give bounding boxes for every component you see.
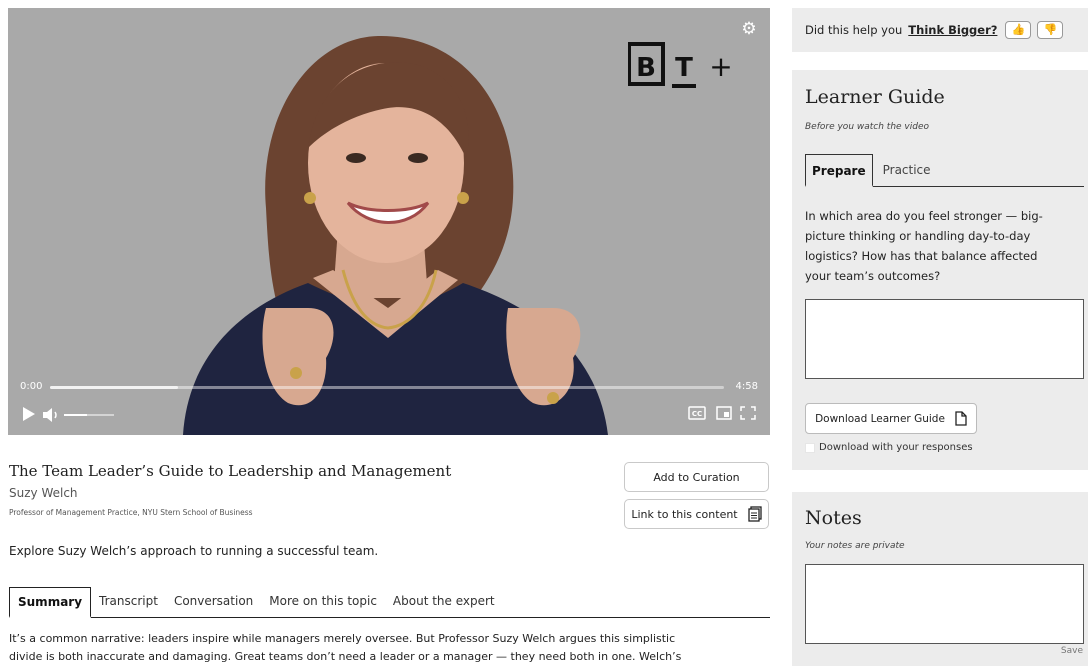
notes-field[interactable] bbox=[805, 564, 1084, 644]
download-learner-guide-label: Download Learner Guide bbox=[815, 412, 945, 425]
download-with-responses-label: Download with your responses bbox=[819, 442, 973, 453]
think-bigger-link[interactable]: Think Bigger? bbox=[908, 23, 997, 37]
video-title: The Team Leader’s Guide to Leadership an… bbox=[9, 462, 452, 480]
summary-text: It’s a common narrative: leaders inspire… bbox=[9, 632, 682, 663]
tab-about-the-expert[interactable]: About the expert bbox=[385, 587, 503, 617]
tab-summary[interactable]: Summary bbox=[9, 587, 92, 618]
tab-prepare[interactable]: Prepare bbox=[805, 154, 873, 187]
captions-icon[interactable]: CC bbox=[688, 406, 708, 424]
settings-gear-icon[interactable]: ⚙ bbox=[740, 20, 758, 38]
notes-title: Notes bbox=[805, 507, 862, 529]
svg-text:T: T bbox=[675, 53, 693, 83]
learner-guide-panel: Learner Guide Before you watch the video… bbox=[792, 70, 1088, 470]
player-controls: CC bbox=[20, 406, 758, 424]
download-with-responses-option[interactable]: Download with your responses bbox=[805, 442, 973, 453]
tab-transcript[interactable]: Transcript bbox=[91, 587, 166, 617]
progress-track[interactable] bbox=[50, 386, 724, 389]
document-icon bbox=[955, 411, 967, 426]
thumbs-down-icon[interactable]: 👎 bbox=[1037, 21, 1064, 39]
svg-text:B: B bbox=[636, 53, 656, 83]
add-to-curation-label: Add to Curation bbox=[653, 470, 740, 484]
tab-more-on-this-topic[interactable]: More on this topic bbox=[261, 587, 385, 617]
feedback-bar: Did this help you Think Bigger? 👍 👎 bbox=[792, 8, 1088, 52]
current-time: 0:00 bbox=[20, 381, 43, 392]
video-player[interactable]: ⚙ B T + 0:00 4:58 CC bbox=[8, 8, 770, 435]
volume-level bbox=[64, 414, 87, 416]
learner-guide-subtitle: Before you watch the video bbox=[805, 122, 930, 132]
duration: 4:58 bbox=[735, 381, 758, 392]
svg-text:+: + bbox=[709, 50, 732, 83]
picture-in-picture-icon[interactable] bbox=[716, 406, 734, 424]
notes-save-button[interactable]: Save bbox=[1061, 646, 1083, 656]
link-to-content-button[interactable]: Link to this content bbox=[624, 499, 769, 529]
content-tabs: Summary Transcript Conversation More on … bbox=[9, 587, 770, 618]
tab-practice[interactable]: Practice bbox=[873, 154, 941, 186]
guide-question: In which area do you feel stronger — big… bbox=[805, 209, 1043, 283]
timeline[interactable]: 0:00 4:58 bbox=[20, 379, 758, 395]
video-description: Explore Suzy Welch’s approach to running… bbox=[9, 544, 379, 558]
download-learner-guide-button[interactable]: Download Learner Guide bbox=[805, 403, 977, 434]
notes-subtitle: Your notes are private bbox=[805, 541, 905, 551]
notes-panel: Notes Your notes are private Save bbox=[792, 492, 1088, 666]
add-to-curation-button[interactable]: Add to Curation bbox=[624, 462, 769, 492]
learner-guide-title: Learner Guide bbox=[805, 86, 945, 108]
volume-control[interactable] bbox=[42, 406, 122, 424]
play-icon[interactable] bbox=[22, 406, 36, 424]
volume-icon[interactable] bbox=[42, 407, 60, 423]
tab-conversation[interactable]: Conversation bbox=[166, 587, 261, 617]
svg-text:CC: CC bbox=[692, 410, 702, 418]
volume-slider[interactable] bbox=[64, 414, 114, 416]
learner-guide-tabs: Prepare Practice bbox=[805, 154, 1084, 187]
copy-clipboard-icon bbox=[747, 506, 762, 522]
feedback-prompt: Did this help you bbox=[805, 23, 903, 37]
author-name[interactable]: Suzy Welch bbox=[9, 486, 78, 500]
download-with-responses-checkbox[interactable] bbox=[805, 442, 815, 453]
buffered-bar bbox=[50, 386, 179, 389]
bt-plus-logo: B T + bbox=[628, 42, 733, 88]
thumbs-up-icon[interactable]: 👍 bbox=[1005, 21, 1032, 39]
author-role: Professor of Management Practice, NYU St… bbox=[9, 508, 253, 517]
fullscreen-icon[interactable] bbox=[740, 406, 758, 424]
link-to-content-label: Link to this content bbox=[631, 507, 738, 521]
guide-answer-field[interactable] bbox=[805, 299, 1084, 379]
